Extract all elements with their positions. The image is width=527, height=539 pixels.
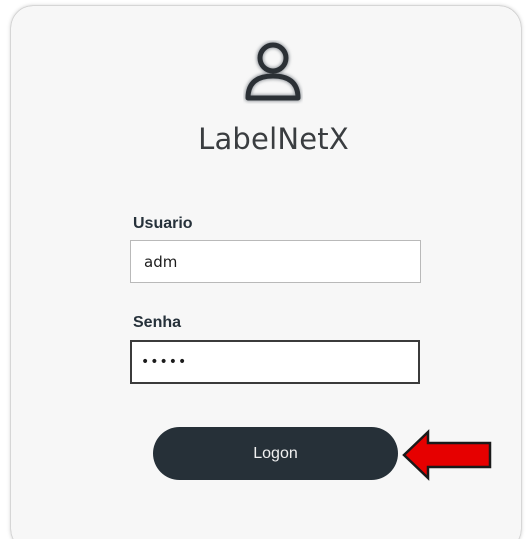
user-icon: [244, 41, 302, 102]
arrow-left-icon: [402, 429, 492, 481]
password-field[interactable]: •••••: [130, 340, 420, 384]
username-field[interactable]: adm: [130, 240, 421, 283]
password-value: •••••: [141, 354, 188, 370]
username-value: adm: [144, 252, 178, 271]
username-label: Usuario: [133, 215, 193, 232]
login-screen: LabelNetX Usuario adm Senha ••••• Logon: [0, 0, 527, 539]
logon-button[interactable]: Logon: [153, 427, 398, 480]
app-title: LabelNetX: [198, 122, 349, 156]
password-label: Senha: [133, 314, 182, 331]
